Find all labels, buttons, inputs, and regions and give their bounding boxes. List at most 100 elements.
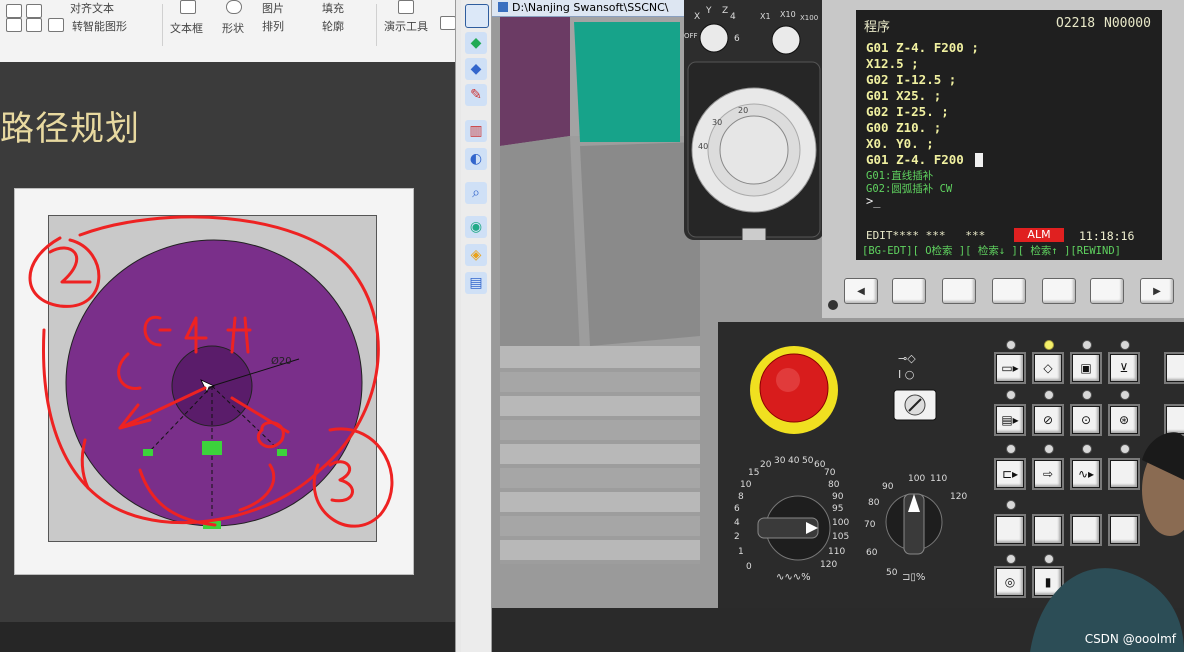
- feed-dial-label: 0: [746, 562, 752, 572]
- alarm-badge: ALM: [1014, 228, 1064, 242]
- axis-label-6: 6: [734, 34, 740, 44]
- feed-dial-label: 110: [828, 547, 846, 557]
- axis-label-y: Y: [706, 6, 712, 16]
- softkey-right-button[interactable]: ▶: [1140, 278, 1174, 304]
- feed-unit: ∿∿∿%: [776, 572, 811, 583]
- edge-button[interactable]: [1166, 354, 1184, 382]
- crt-header: 程序 O2218 N00000: [856, 16, 1162, 35]
- program-line[interactable]: X0. Y0. ;: [866, 136, 934, 151]
- program-line[interactable]: G01 Z-4. F200 ;: [866, 40, 979, 55]
- softkey-left-button[interactable]: ◀: [844, 278, 878, 304]
- program-line[interactable]: G02 I-12.5 ;: [866, 72, 956, 87]
- screw-icon: [828, 300, 838, 310]
- axis-label-x: X: [694, 12, 701, 22]
- feed-dial-label: 90: [832, 492, 844, 502]
- annotation-stroke: [117, 352, 207, 430]
- tool-path-icon[interactable]: ✎: [465, 84, 487, 106]
- indicator-led: [1120, 390, 1130, 400]
- handwheel-panel: X Y Z 4 OFF 6 X1 X10 X100 20 30 40: [684, 0, 824, 243]
- indicator-led: [1006, 390, 1016, 400]
- feed-dial-label: 8: [738, 492, 744, 502]
- watermark: CSDN @ooolmf: [1084, 632, 1176, 646]
- softkey-button[interactable]: [1090, 278, 1124, 304]
- feed-dial-label: 6: [734, 504, 740, 514]
- edit-mode-button[interactable]: ◇: [1034, 354, 1062, 382]
- softkey-button[interactable]: [992, 278, 1026, 304]
- spindle-dial-label: 50: [886, 568, 898, 578]
- feed-unit-text: %: [801, 572, 811, 583]
- softkey-button[interactable]: [942, 278, 976, 304]
- feed-dial-label: 1: [738, 547, 744, 557]
- feed-dial-label: 80: [828, 480, 840, 490]
- simulator-title: D:\Nanjing Swansoft\SSCNC\: [492, 0, 690, 17]
- measure-icon[interactable]: ▥: [465, 120, 487, 142]
- scale-select-knob[interactable]: [771, 25, 801, 55]
- panel-icon[interactable]: ▤: [465, 272, 487, 294]
- program-line[interactable]: G01 X25. ;: [866, 88, 941, 103]
- text-cursor: [975, 153, 983, 167]
- spindle-dial-label: 70: [864, 520, 876, 530]
- program-line[interactable]: G02 I-25. ;: [866, 104, 949, 119]
- indicator-led: [1120, 340, 1130, 350]
- feed-dial-label: 10: [740, 480, 752, 490]
- dial-mark: 20: [738, 106, 749, 115]
- axis-select-knob[interactable]: [699, 23, 729, 53]
- axis-label-z: Z: [722, 6, 729, 16]
- handwheel-svg: [687, 23, 821, 243]
- dial-mark: 30: [712, 118, 723, 127]
- indicator-led: [1006, 444, 1016, 454]
- feed-dial-label: 95: [832, 504, 844, 514]
- feed-dial-label: 40: [788, 456, 800, 466]
- dnc-mode-button[interactable]: ⊻: [1110, 354, 1138, 382]
- indicator-led: [1044, 390, 1054, 400]
- feed-dial-label: 100: [832, 518, 850, 528]
- program-line[interactable]: X12.5 ;: [866, 56, 919, 71]
- cube-icon[interactable]: ◆: [465, 32, 487, 54]
- softkey-button[interactable]: [892, 278, 926, 304]
- fixture-icon[interactable]: ◈: [465, 244, 487, 266]
- softkey-labels: [BG-EDT][ O检索 ][ 检索↓ ][ 检索↑ ][REWIND]: [862, 245, 1121, 257]
- program-line[interactable]: G00 Z10. ;: [866, 120, 941, 135]
- cube-side-icon[interactable]: ◆: [465, 58, 487, 80]
- feed-dial-label: 4: [734, 518, 740, 528]
- axis-label-off: OFF: [684, 32, 698, 40]
- axis-label-4: 4: [730, 12, 736, 22]
- annotation-overlay: [28, 215, 394, 528]
- zoom-icon[interactable]: ⌕: [465, 182, 487, 204]
- annotation-stroke: [42, 215, 380, 524]
- scale-x100-label: X100: [800, 14, 819, 22]
- simulator-title-text: D:\Nanjing Swansoft\SSCNC\: [512, 1, 669, 14]
- spindle-dial-label: 90: [882, 482, 894, 492]
- window-icon[interactable]: [465, 4, 489, 28]
- scale-x10-label: X10: [780, 10, 796, 19]
- block-number: N00000: [1104, 16, 1151, 31]
- spindle-unit-text: %: [915, 572, 926, 583]
- indicator-led: [1006, 500, 1016, 510]
- app-icon: [498, 2, 508, 12]
- rotate-icon[interactable]: ◐: [465, 148, 487, 170]
- feed-dial-label: 50: [802, 456, 814, 466]
- feed-dial-label: 2: [734, 532, 740, 542]
- indicator-led: [1082, 390, 1092, 400]
- program-line-current[interactable]: G01 Z-4. F200: [866, 152, 964, 167]
- annotation-stroke: [48, 246, 92, 284]
- crt-mode-label: 程序: [864, 20, 891, 35]
- indicator-led-on: [1044, 340, 1054, 350]
- crt-screen: 程序 O2218 N00000 G01 Z-4. F200 ; X12.5 ; …: [856, 10, 1162, 260]
- command-prompt[interactable]: >_: [866, 194, 880, 208]
- annotation-stroke: [143, 315, 252, 354]
- machine-3d-view[interactable]: [500, 16, 700, 652]
- mdi-mode-button[interactable]: ▣: [1072, 354, 1100, 382]
- scale-x1-label: X1: [760, 12, 771, 21]
- indicator-led: [1082, 340, 1092, 350]
- softkey-button[interactable]: [1042, 278, 1076, 304]
- annotation-stroke: [138, 468, 217, 527]
- spindle-dial-label: 80: [868, 498, 880, 508]
- dial-mark: 40: [698, 142, 709, 151]
- spindle-unit: ⊐▯%: [902, 572, 926, 583]
- annotation-stroke: [312, 427, 394, 528]
- on-off-icon: Ⅰ ○: [898, 368, 915, 381]
- spindle-dial-label: 110: [930, 474, 948, 484]
- auto-mode-button[interactable]: ▭▸: [996, 354, 1024, 382]
- workpiece-icon[interactable]: ◉: [465, 216, 487, 238]
